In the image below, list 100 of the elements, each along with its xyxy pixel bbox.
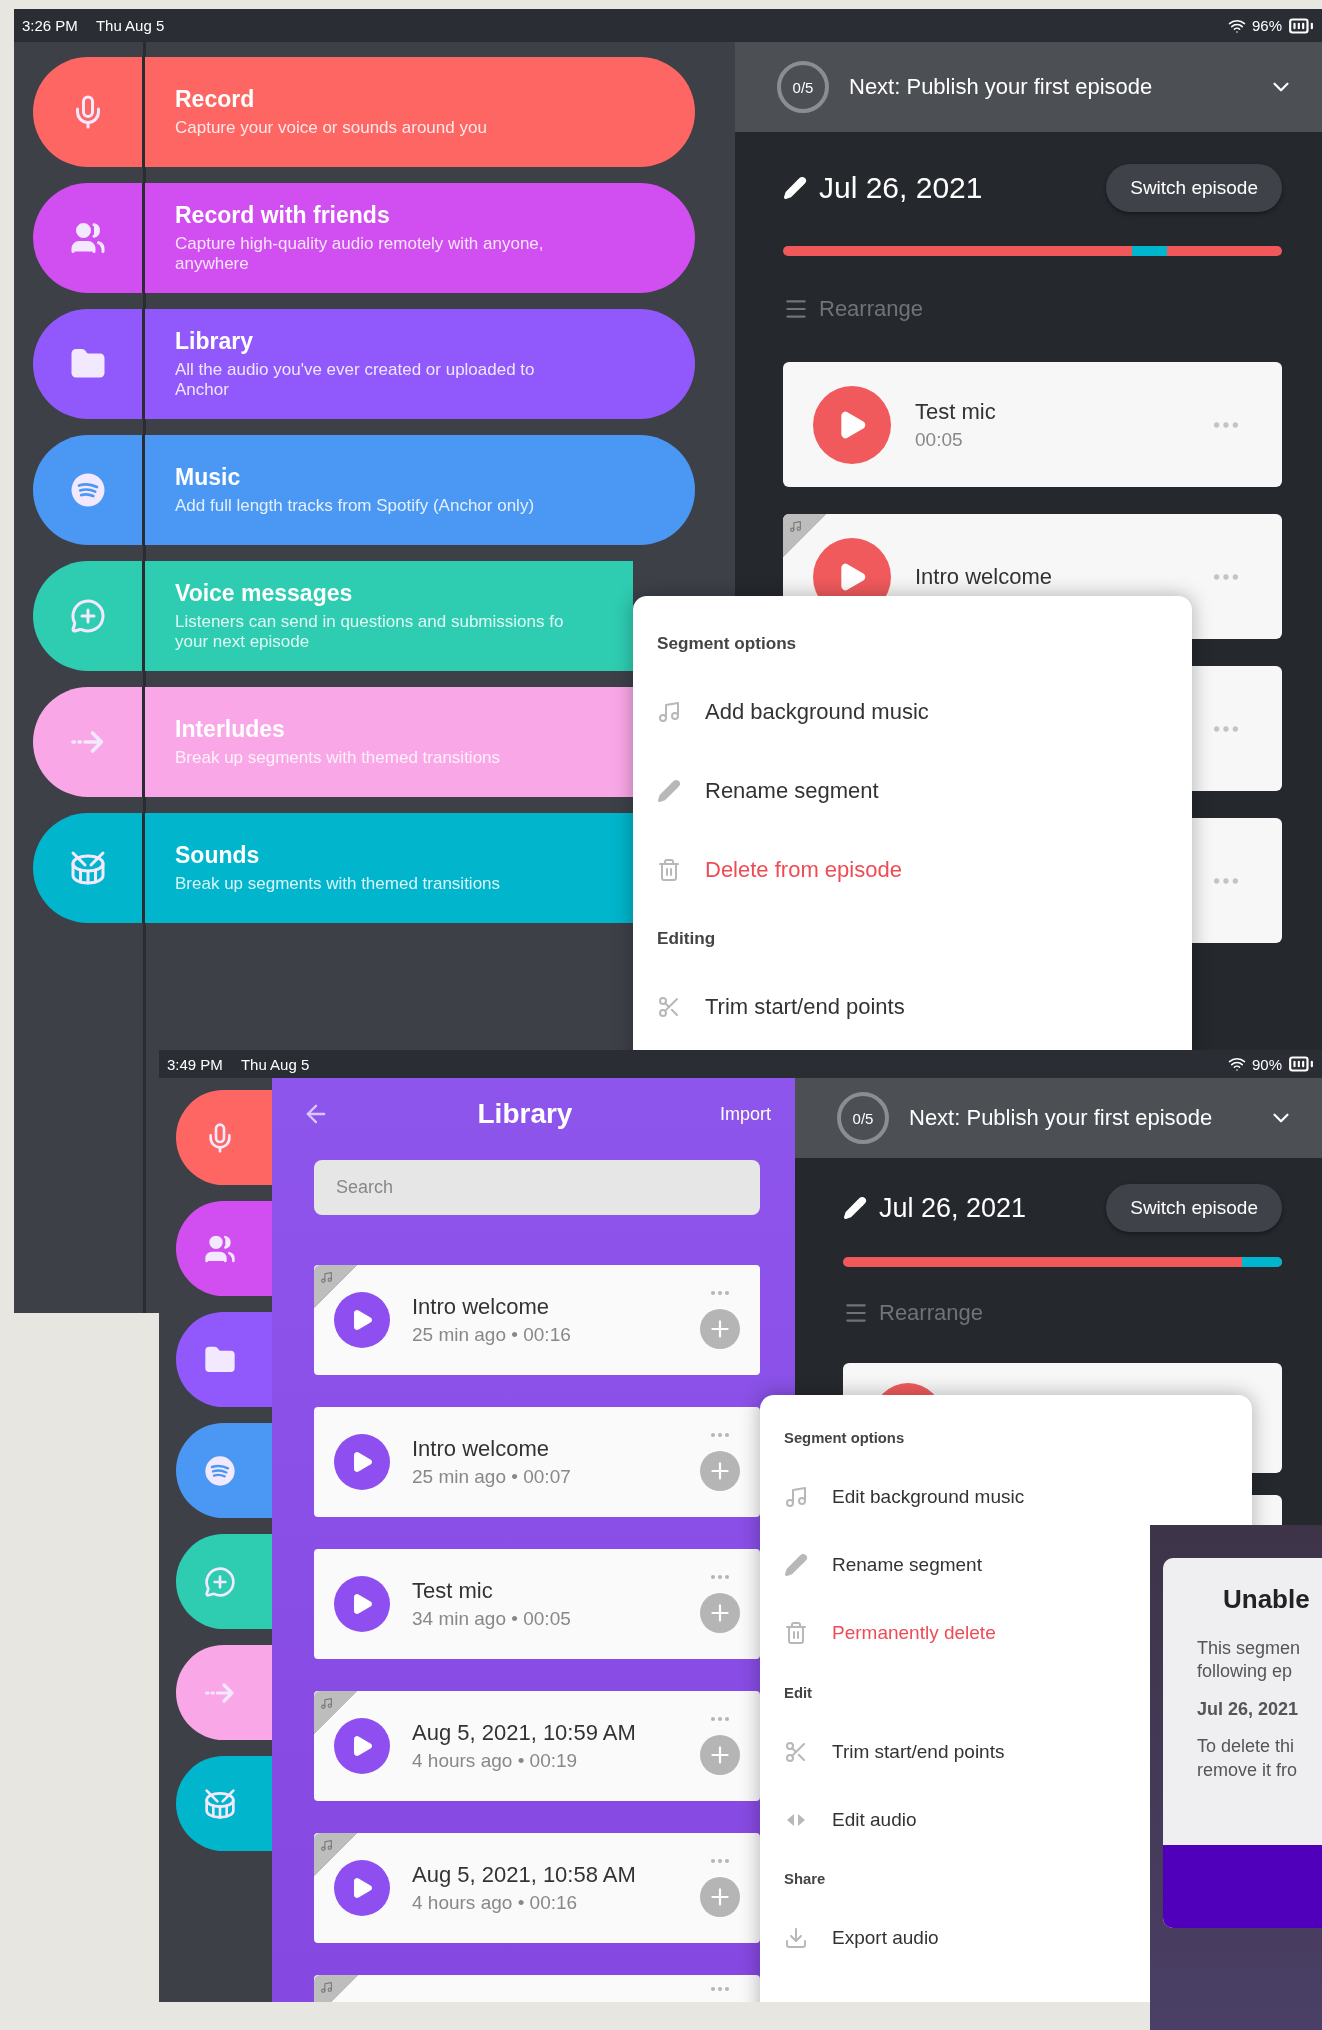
menu-item[interactable]: Trim start/end points	[657, 967, 905, 1047]
tool-option[interactable]	[176, 1090, 272, 1185]
wave-circle-icon	[204, 1454, 236, 1487]
dialog-text: following ep	[1197, 1660, 1294, 1684]
status-date: Thu Aug 5	[240, 1055, 310, 1073]
tool-description: All the audio you've ever created or uploaded to Anchor	[175, 359, 536, 401]
tool-option[interactable]	[176, 1201, 272, 1296]
checklist-bar[interactable]: 0/5 Next: Publish your first episode	[735, 42, 1322, 132]
checklist-title: Next: Publish your first episode	[849, 74, 1154, 100]
menu-item[interactable]: Rename segment	[657, 751, 879, 831]
tool-description: Capture your voice or sounds around you	[175, 117, 487, 139]
tool-option[interactable]	[176, 1534, 272, 1629]
music-note-icon	[320, 1839, 333, 1852]
menu-item[interactable]: Permanently delete	[784, 1599, 996, 1668]
battery-percent: 90%	[1251, 1055, 1282, 1073]
add-button[interactable]	[700, 1451, 740, 1491]
library-item[interactable]: Intro welcome 25 min ago • 00:07	[314, 1407, 760, 1517]
library-item[interactable]: Test mic 34 min ago • 00:05	[314, 1549, 760, 1659]
add-button[interactable]	[700, 1593, 740, 1633]
play-button[interactable]	[334, 1860, 390, 1916]
item-meta: 4 hours ago • 00:16	[412, 1892, 579, 1914]
tool-title: Record	[175, 85, 256, 113]
episode-date: Jul 26, 2021	[879, 1192, 1028, 1224]
item-meta: 25 min ago • 00:16	[412, 1324, 572, 1346]
item-title: Intro welcome	[412, 1294, 550, 1320]
tool-description: Capture high-quality audio remotely with anyone, anywhere	[175, 233, 545, 275]
tool-option[interactable]: Library All the audio you've ever created or uploaded to Anchor	[33, 309, 695, 419]
scissors-icon	[784, 1739, 808, 1764]
segment-duration: 00:05	[915, 428, 964, 451]
play-button[interactable]	[334, 1718, 390, 1774]
menu-item[interactable]: Edit audio	[784, 1785, 917, 1854]
dialog-text: To delete thi	[1197, 1735, 1296, 1759]
item-meta: 34 min ago • 00:05	[412, 1608, 572, 1630]
add-button[interactable]	[700, 1735, 740, 1775]
library-item[interactable]: Aug 5, 2021, 10:59 AM 4 hours ago • 00:19	[314, 1691, 760, 1801]
item-meta: 4 hours ago • 00:19	[412, 1750, 579, 1772]
item-title: Aug 5, 2021, 10:59 AM	[412, 1720, 637, 1746]
switch-episode-button[interactable]: Switch episode	[1106, 164, 1282, 212]
tool-description: Break up segments with themed transitions	[175, 747, 501, 769]
tool-title: Interludes	[175, 715, 286, 743]
pencil-icon[interactable]	[783, 176, 807, 200]
menu-section-heading: Edit	[784, 1683, 812, 1703]
tool-description: Add full length tracks from Spotify (Anchor only)	[175, 495, 535, 517]
status-time: 3:26 PM	[22, 17, 78, 34]
status-date: Thu Aug 5	[95, 17, 165, 34]
music-note-icon	[320, 1697, 333, 1710]
menu-section-heading: Editing	[657, 927, 716, 950]
play-button[interactable]	[334, 1434, 390, 1490]
checklist-bar[interactable]: 0/5 Next: Publish your first episode	[795, 1078, 1322, 1158]
search-field[interactable]: Search	[314, 1160, 760, 1215]
drum-icon	[69, 850, 106, 886]
tool-description: Break up segments with themed transitions	[175, 873, 501, 895]
battery-percent: 96%	[1251, 17, 1282, 34]
library-item[interactable]: Aug 5, 2021, 10:58 AM 4 hours ago • 00:16	[314, 1833, 760, 1943]
dialog-title: Unable	[1222, 1583, 1311, 1615]
tool-option[interactable]	[176, 1423, 272, 1518]
menu-item[interactable]: Edit background music	[784, 1463, 1025, 1532]
segment-title: Test mic	[915, 398, 997, 425]
dialog-text: This segmen	[1197, 1637, 1302, 1660]
dialog-episode: Jul 26, 2021	[1197, 1697, 1300, 1721]
tool-option[interactable]	[176, 1756, 272, 1851]
play-button[interactable]	[334, 1576, 390, 1632]
item-title: Intro welcome	[412, 1436, 550, 1462]
pencil-icon	[657, 778, 681, 803]
menu-item[interactable]: Trim start/end points	[784, 1717, 1005, 1786]
wifi-icon	[1227, 1055, 1246, 1073]
trash-icon	[657, 857, 681, 882]
menu-item[interactable]: Delete from episode	[657, 830, 902, 910]
tool-option[interactable]	[176, 1312, 272, 1407]
item-meta: 25 min ago • 00:07	[412, 1466, 572, 1488]
menu-section-heading: Share	[784, 1869, 826, 1889]
scissors-icon	[657, 995, 681, 1020]
chat-plus-icon	[69, 598, 106, 634]
library-item[interactable]: Intro welcome 25 min ago • 00:16	[314, 1265, 760, 1375]
segment-card[interactable]: Test mic 00:05	[783, 362, 1282, 487]
tool-title: Sounds	[175, 841, 261, 869]
tool-title: Voice messages	[175, 579, 354, 607]
tool-option[interactable]	[176, 1645, 272, 1740]
play-button[interactable]	[334, 1292, 390, 1348]
music-note-icon	[657, 699, 681, 724]
add-button[interactable]	[700, 1877, 740, 1917]
pencil-icon	[784, 1553, 808, 1578]
menu-item[interactable]: Export audio	[784, 1904, 939, 1973]
download-icon	[784, 1926, 808, 1951]
checklist-title: Next: Publish your first episode	[909, 1105, 1214, 1131]
tool-title: Record with friends	[175, 201, 391, 229]
menu-section-heading: Segment options	[784, 1429, 905, 1449]
progress-ring: 0/5	[837, 1092, 889, 1144]
menu-item[interactable]: Add background music	[657, 672, 929, 752]
import-link[interactable]: Import	[720, 1103, 771, 1125]
chat-plus-icon	[204, 1565, 236, 1598]
music-note-icon	[320, 1981, 333, 1994]
switch-episode-button[interactable]: Switch episode	[1106, 1184, 1282, 1233]
menu-item[interactable]: Rename segment	[784, 1531, 982, 1600]
tool-title: Music	[175, 463, 242, 491]
episode-date: Jul 26, 2021	[819, 171, 984, 205]
tool-title: Library	[175, 327, 254, 355]
tool-description: Listeners can send in questions and submissions fo your next episode	[175, 611, 565, 653]
pencil-icon[interactable]	[843, 1196, 867, 1221]
add-button[interactable]	[700, 1309, 740, 1349]
